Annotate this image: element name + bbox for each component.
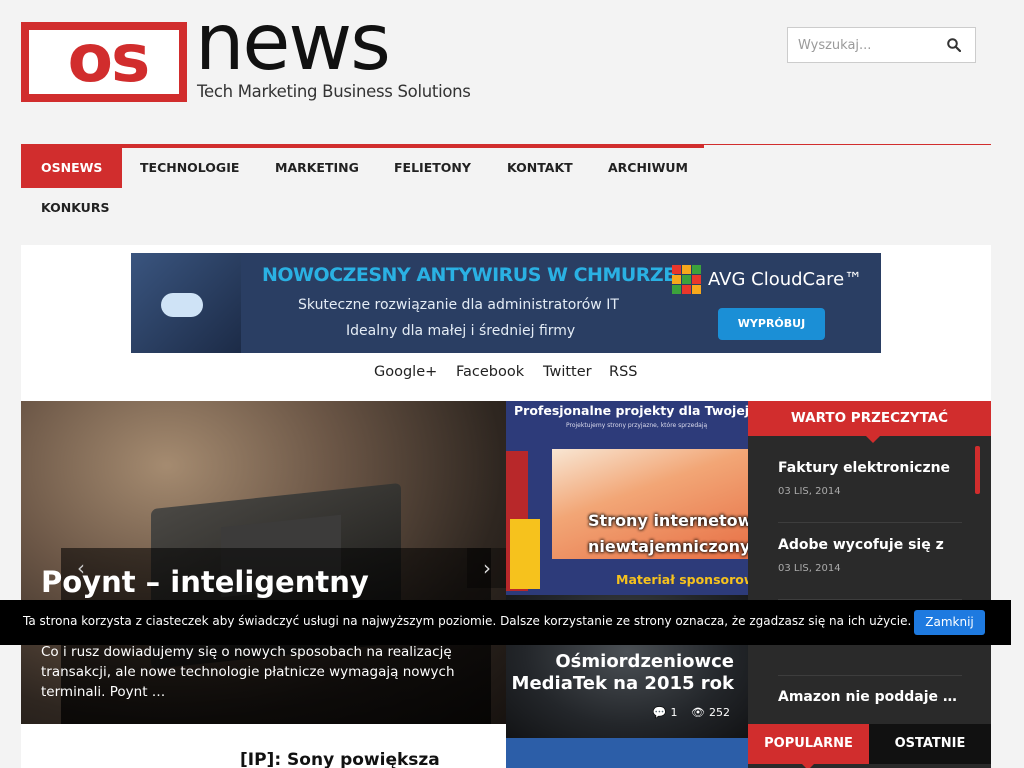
slider-next-button[interactable]: › [467,548,506,588]
article-meta: 💬 1 👁 252 [649,706,730,719]
tab-recent[interactable]: OSTATNIE [869,724,991,764]
comment-count: 1 [670,706,678,719]
article-title-sony[interactable]: [IP]: Sony powiększa [240,750,440,768]
logo-os-text: os [67,20,151,97]
nav-item-archiwum[interactable]: ARCHIWUM [588,148,708,188]
tab-active-arrow [802,764,814,768]
featured-slider[interactable]: ‹ › Poynt – inteligentny Co i rusz dowia… [21,401,506,724]
promo-subline: Projektujemy strony przyjazne, które spr… [566,422,708,429]
logo-tagline: Tech Marketing Business Solutions [197,82,471,101]
nav-item-osnews[interactable]: OSNEWS [21,148,123,188]
view-count: 252 [709,706,730,719]
article-card-next[interactable] [506,738,748,768]
sidebar-item[interactable]: Amazon nie poddaje się [778,689,962,729]
logo-news-text: news [195,0,391,88]
sidebar-item-date: 03 LIS, 2014 [778,563,841,574]
search-box [787,27,976,63]
avg-brand: AVG CloudCare™ [672,265,881,299]
banner-line-1: Skuteczne rozwiązanie dla administratoró… [298,297,619,313]
sidebar-item[interactable]: Adobe wycofuje się z 03 LIS, 2014 [778,537,962,600]
sidebar-heading-arrow [866,436,880,443]
slider-excerpt: Co i rusz dowiadujemy się o nowych sposo… [41,644,455,700]
social-twitter[interactable]: Twitter [543,364,592,384]
nav-item-marketing[interactable]: MARKETING [255,148,379,188]
search-icon[interactable] [947,38,961,52]
promo-yellow-stripe [510,519,540,589]
nav-item-felietony[interactable]: FELIETONY [374,148,491,188]
cookie-bar: Ta strona korzysta z ciasteczek aby świa… [0,600,1011,645]
eye-icon: 👁 [691,706,705,719]
tab-popular[interactable]: POPULARNE [748,724,869,764]
slider-title[interactable]: Poynt – inteligentny [41,565,369,599]
promo-headline: Profesjonalne projekty dla Twojej [514,403,748,418]
comment-icon: 💬 [652,706,667,719]
nav-item-technologie[interactable]: TECHNOLOGIE [120,148,259,188]
sidebar-item-title[interactable]: Amazon nie poddaje się [778,689,962,705]
banner-line-2: Idealny dla małej i średniej firmy [346,323,576,339]
sidebar-recommended: WARTO PRZECZYTAĆ Faktury elektroniczne 0… [748,401,991,768]
cookie-message: Ta strona korzysta z ciasteczek aby świa… [23,614,912,628]
logo-os-box: os [21,20,187,102]
sidebar-heading: WARTO PRZECZYTAĆ [748,401,991,436]
sidebar-item-title[interactable]: Adobe wycofuje się z [778,537,962,553]
avg-brand-text: AVG CloudCare™ [708,269,863,290]
avg-logo-icon [672,265,701,294]
cloud-icon [161,293,203,317]
article-title-line-2: MediaTek na 2015 rok [511,673,734,694]
social-facebook[interactable]: Facebook [456,364,524,384]
cookie-close-button[interactable]: Zamknij [914,610,985,635]
article-title-line-1: Ośmiordzeniowce [555,651,734,672]
nav-item-kontakt[interactable]: KONTAKT [487,148,593,188]
promo-label-2: niewtajemniczony [588,537,748,556]
social-google-plus[interactable]: Google+ [374,364,437,384]
sponsored-promo[interactable]: Profesjonalne projekty dla Twojej Projek… [506,401,748,595]
search-input[interactable] [798,36,938,54]
sidebar-tabs: POPULARNE OSTATNIE [748,724,991,768]
social-rss[interactable]: RSS [609,364,637,384]
try-button[interactable]: WYPRÓBUJ [718,308,825,340]
sidebar-item-title[interactable]: Faktury elektroniczne [778,460,962,476]
ad-banner[interactable]: NOWOCZESNY ANTYWIRUS W CHMURZE Skuteczne… [131,253,881,353]
nav-item-konkurs[interactable]: KONKURS [21,188,129,228]
sidebar-item[interactable]: Faktury elektroniczne 03 LIS, 2014 [778,460,962,523]
sidebar-item-date: 03 LIS, 2014 [778,486,841,497]
banner-title: NOWOCZESNY ANTYWIRUS W CHMURZE [262,264,676,286]
promo-label-1: Strony internetowe [588,511,748,530]
promo-label-sponsored: Materiał sponsorowany [616,572,748,587]
sidebar-scrollbar[interactable] [975,446,980,494]
site-logo[interactable]: os news Tech Marketing Business Solution… [21,0,476,108]
